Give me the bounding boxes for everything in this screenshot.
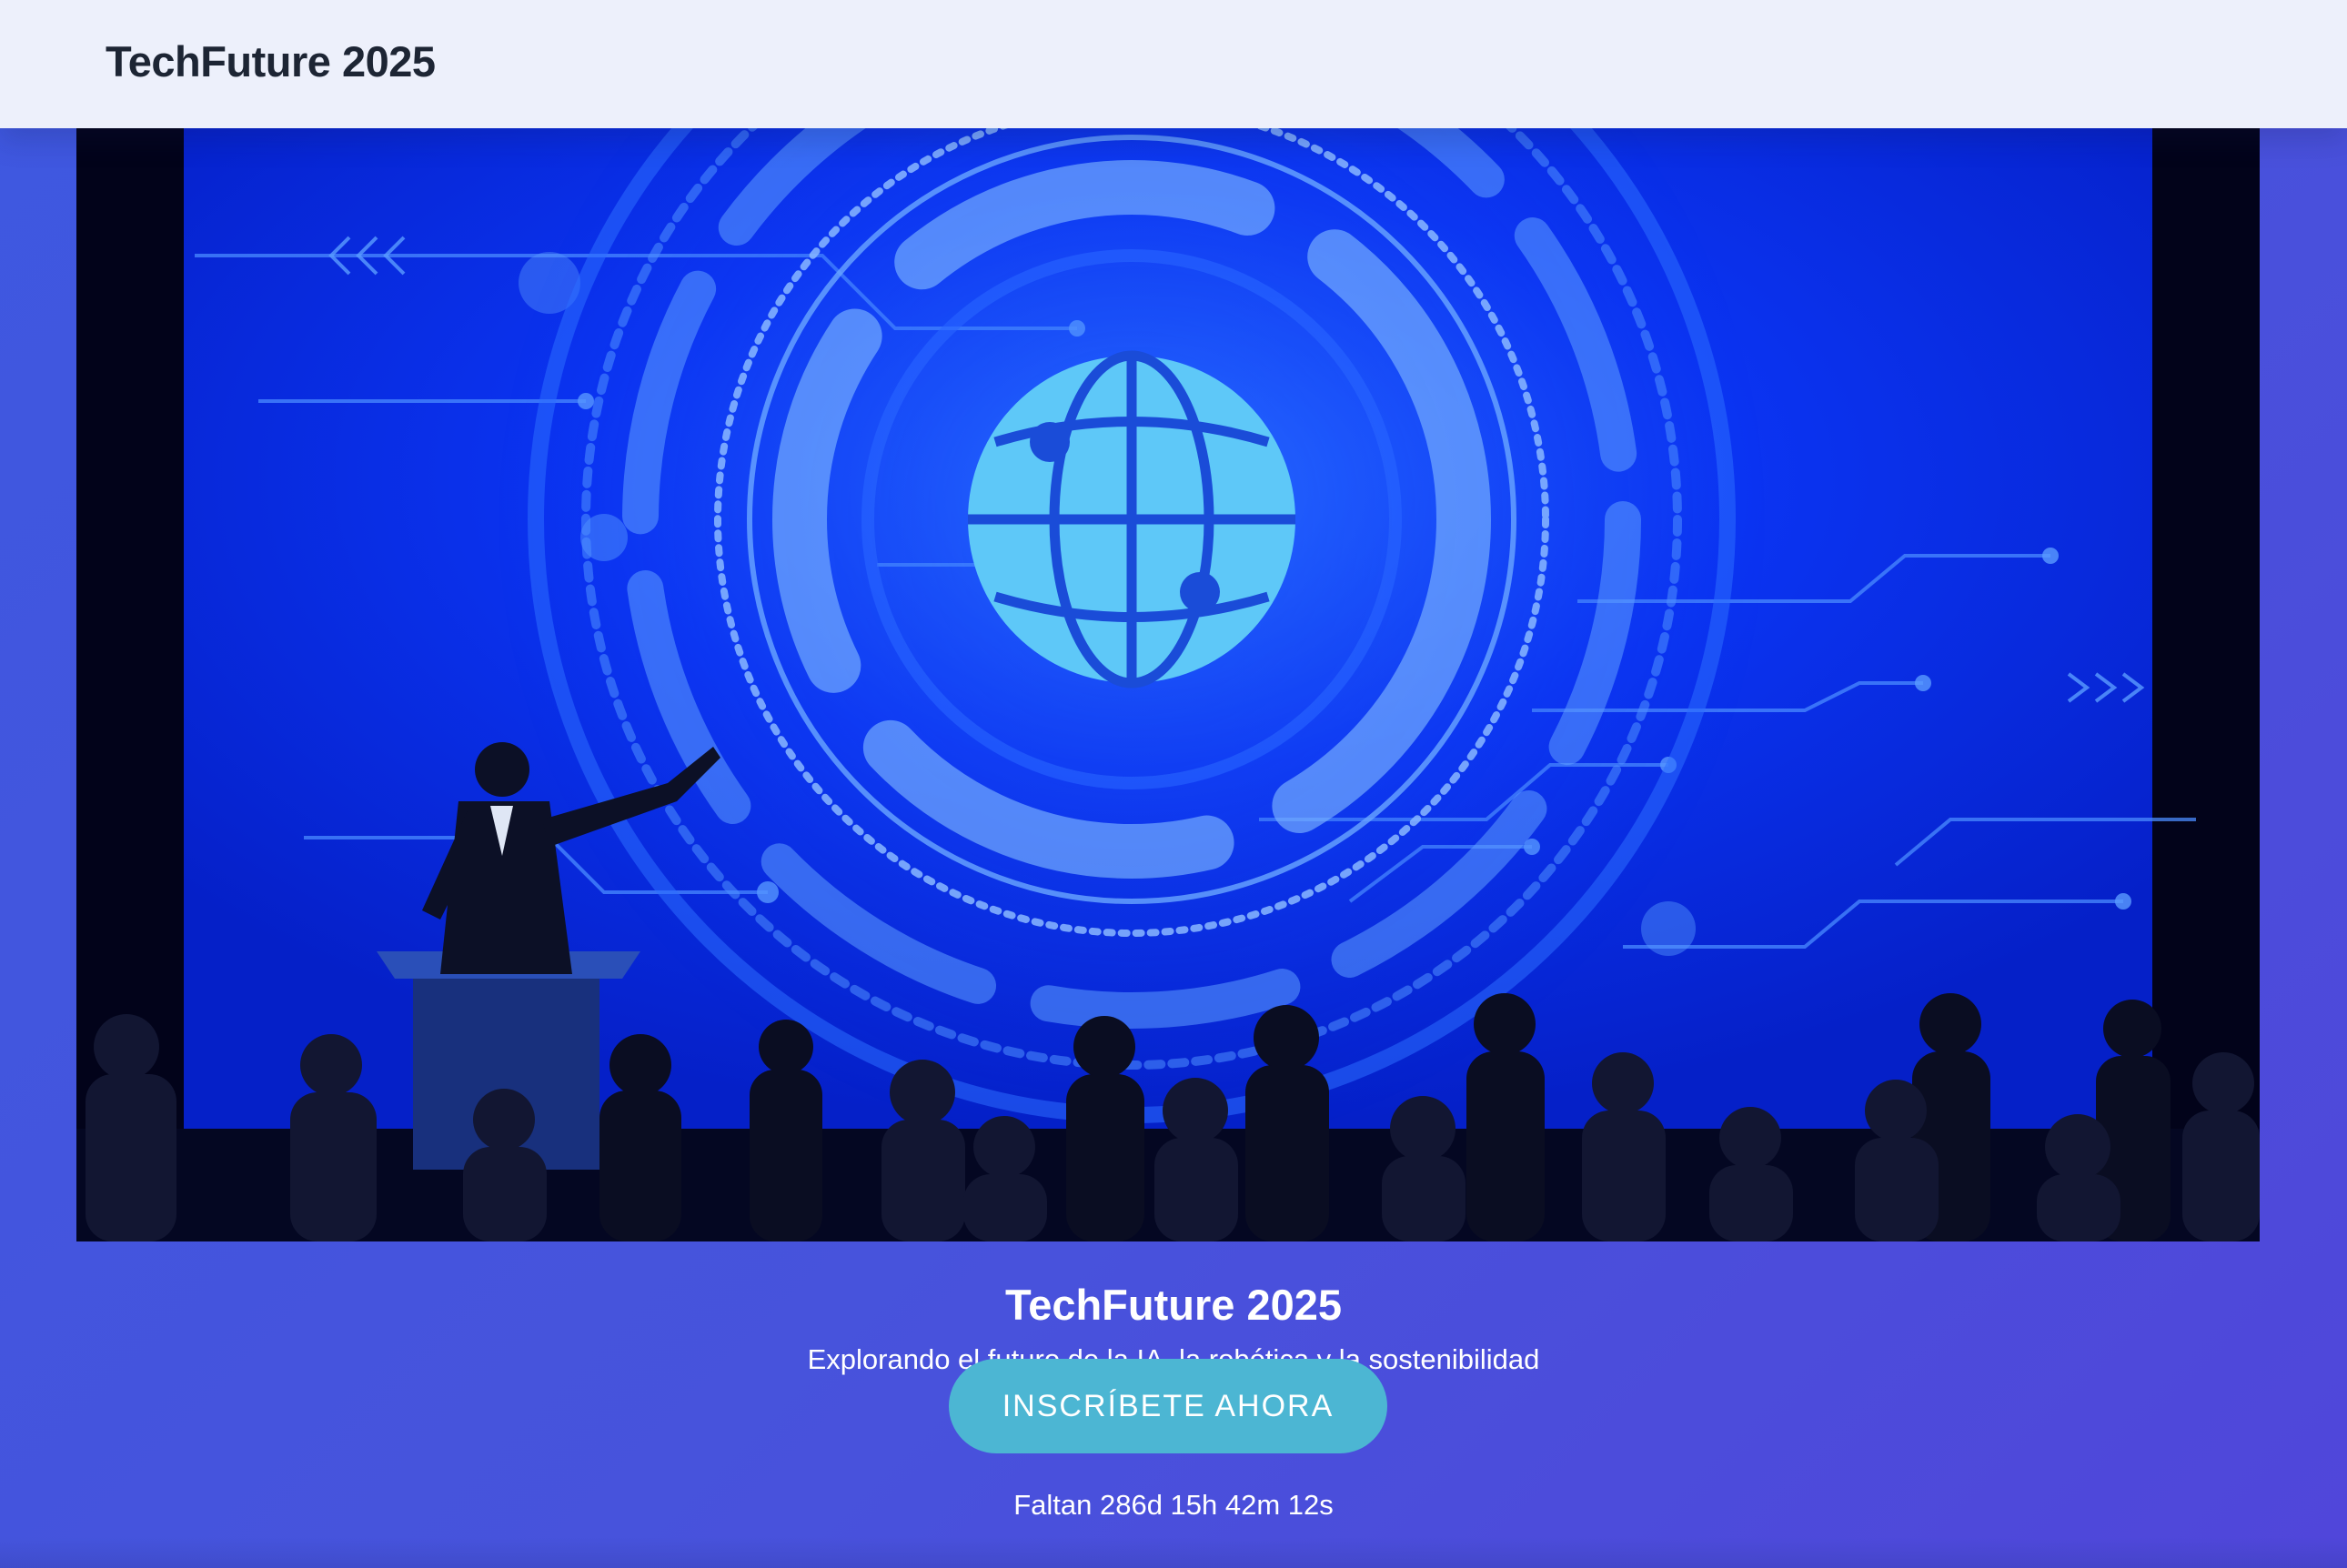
register-now-button[interactable]: INSCRÍBETE AHORA (949, 1359, 1387, 1453)
hero-image (76, 128, 2260, 1241)
brand-logo-text[interactable]: TechFuture 2025 (106, 36, 436, 86)
conference-stage-illustration (76, 128, 2260, 1241)
bottom-edge (0, 1537, 2347, 1568)
top-navbar: TechFuture 2025 (0, 0, 2347, 128)
countdown-timer: Faltan 286d 15h 42m 12s (1013, 1489, 1334, 1521)
hero-title: TechFuture 2025 (1004, 1281, 1343, 1330)
